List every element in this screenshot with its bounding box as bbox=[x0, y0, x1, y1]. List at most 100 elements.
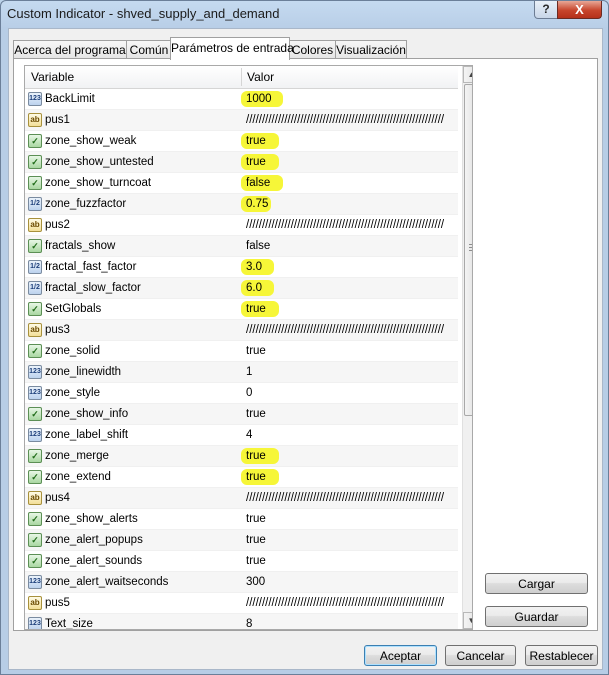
table-row[interactable]: ✓ fractals_show false bbox=[25, 236, 458, 257]
variable-value[interactable]: false bbox=[246, 173, 456, 193]
variable-name: fractals_show bbox=[45, 240, 116, 252]
save-button[interactable]: Guardar bbox=[485, 606, 588, 627]
table-row[interactable]: ✓ SetGlobals true bbox=[25, 299, 458, 320]
table-row[interactable]: 123 zone_linewidth 1 bbox=[25, 362, 458, 383]
table-row[interactable]: ab pus2 //////////////////////////////////… bbox=[25, 215, 458, 236]
double-type-icon: 1/2 bbox=[28, 281, 42, 295]
variable-name: zone_show_alerts bbox=[45, 513, 138, 525]
variable-value[interactable]: ////////////////////////////////////////… bbox=[246, 488, 456, 508]
variable-name: zone_extend bbox=[45, 471, 111, 483]
cancel-button[interactable]: Cancelar bbox=[445, 645, 516, 666]
boolean-type-icon: ✓ bbox=[28, 554, 42, 568]
close-button[interactable]: X bbox=[557, 1, 602, 19]
boolean-type-icon: ✓ bbox=[28, 239, 42, 253]
table-row[interactable]: ✓ zone_alert_sounds true bbox=[25, 551, 458, 572]
dialog-window: Custom Indicator - shved_supply_and_dema… bbox=[0, 0, 609, 675]
table-row[interactable]: 123 zone_alert_waitseconds 300 bbox=[25, 572, 458, 593]
variable-name: zone_solid bbox=[45, 345, 100, 357]
table-row[interactable]: 123 zone_label_shift 4 bbox=[25, 425, 458, 446]
header-value[interactable]: Valor bbox=[241, 66, 274, 88]
vertical-scrollbar[interactable]: ▲ ▼ bbox=[462, 66, 472, 629]
table-row[interactable]: ab pus1 //////////////////////////////////… bbox=[25, 110, 458, 131]
variable-name: pus2 bbox=[45, 219, 70, 231]
variable-value[interactable]: 4 bbox=[246, 425, 456, 445]
table-row[interactable]: ✓ zone_extend true bbox=[25, 467, 458, 488]
tab-acerca[interactable]: Acerca del programa bbox=[13, 40, 127, 59]
scroll-down-icon[interactable]: ▼ bbox=[463, 612, 472, 629]
variable-value[interactable]: true bbox=[246, 404, 456, 424]
table-row[interactable]: 1/2 fractal_slow_factor 6.0 bbox=[25, 278, 458, 299]
integer-type-icon: 123 bbox=[28, 386, 42, 400]
variable-name: pus1 bbox=[45, 114, 70, 126]
header-variable[interactable]: Variable bbox=[25, 66, 74, 88]
table-row[interactable]: ✓ zone_alert_popups true bbox=[25, 530, 458, 551]
table-row[interactable]: ✓ zone_show_turncoat false bbox=[25, 173, 458, 194]
help-button[interactable]: ? bbox=[534, 1, 558, 19]
table-row[interactable]: ✓ zone_show_untested true bbox=[25, 152, 458, 173]
title-bar[interactable]: Custom Indicator - shved_supply_and_dema… bbox=[1, 1, 608, 27]
boolean-type-icon: ✓ bbox=[28, 155, 42, 169]
table-row[interactable]: 1/2 zone_fuzzfactor 0.75 bbox=[25, 194, 458, 215]
variable-value[interactable]: true bbox=[246, 530, 456, 550]
variable-value[interactable]: 8 bbox=[246, 614, 456, 629]
variable-name: pus3 bbox=[45, 324, 70, 336]
variable-name: zone_fuzzfactor bbox=[45, 198, 127, 210]
variable-name: zone_linewidth bbox=[45, 366, 122, 378]
table-row[interactable]: ✓ zone_show_weak true bbox=[25, 131, 458, 152]
variable-value[interactable]: 0.75 bbox=[246, 194, 456, 214]
variable-value[interactable]: 0 bbox=[246, 383, 456, 403]
table-row[interactable]: ab pus3 //////////////////////////////////… bbox=[25, 320, 458, 341]
scroll-thumb[interactable] bbox=[464, 84, 472, 416]
variable-value[interactable]: ////////////////////////////////////////… bbox=[246, 320, 456, 340]
double-type-icon: 1/2 bbox=[28, 260, 42, 274]
variable-name: zone_alert_sounds bbox=[45, 555, 143, 567]
grid-rows: 123 BackLimit 1000 ab pus1 //////////////////… bbox=[25, 89, 458, 629]
variable-value[interactable]: true bbox=[246, 509, 456, 529]
table-row[interactable]: 123 zone_style 0 bbox=[25, 383, 458, 404]
variable-value[interactable]: true bbox=[246, 341, 456, 361]
variable-value[interactable]: ////////////////////////////////////////… bbox=[246, 110, 456, 130]
variable-value[interactable]: true bbox=[246, 131, 456, 151]
variable-name: SetGlobals bbox=[45, 303, 102, 315]
table-row[interactable]: ✓ zone_solid true bbox=[25, 341, 458, 362]
table-row[interactable]: 1/2 fractal_fast_factor 3.0 bbox=[25, 257, 458, 278]
table-row[interactable]: 123 BackLimit 1000 bbox=[25, 89, 458, 110]
variable-value[interactable]: 1 bbox=[246, 362, 456, 382]
variable-value[interactable]: true bbox=[246, 152, 456, 172]
table-row[interactable]: ab pus4 //////////////////////////////////… bbox=[25, 488, 458, 509]
variable-value[interactable]: 3.0 bbox=[246, 257, 456, 277]
table-row[interactable]: ab pus5 //////////////////////////////////… bbox=[25, 593, 458, 614]
variable-name: zone_show_turncoat bbox=[45, 177, 152, 189]
tab-visualizacion[interactable]: Visualización bbox=[335, 40, 407, 59]
variable-value[interactable]: 6.0 bbox=[246, 278, 456, 298]
variable-value[interactable]: false bbox=[246, 236, 456, 256]
variable-value[interactable]: 300 bbox=[246, 572, 456, 592]
variable-value[interactable]: true bbox=[246, 467, 456, 487]
tab-parametros[interactable]: Parámetros de entrada bbox=[170, 37, 294, 60]
variable-value[interactable]: ////////////////////////////////////////… bbox=[246, 215, 456, 235]
variable-value[interactable]: 1000 bbox=[246, 89, 456, 109]
boolean-type-icon: ✓ bbox=[28, 470, 42, 484]
table-row[interactable]: ✓ zone_merge true bbox=[25, 446, 458, 467]
variable-value[interactable]: true bbox=[246, 299, 456, 319]
variable-name: zone_alert_popups bbox=[45, 534, 143, 546]
integer-type-icon: 123 bbox=[28, 92, 42, 106]
boolean-type-icon: ✓ bbox=[28, 407, 42, 421]
table-row[interactable]: ✓ zone_show_alerts true bbox=[25, 509, 458, 530]
window-title: Custom Indicator - shved_supply_and_dema… bbox=[7, 6, 280, 21]
table-row[interactable]: ✓ zone_show_info true bbox=[25, 404, 458, 425]
boolean-type-icon: ✓ bbox=[28, 302, 42, 316]
boolean-type-icon: ✓ bbox=[28, 449, 42, 463]
variable-value[interactable]: ////////////////////////////////////////… bbox=[246, 593, 456, 613]
variable-value[interactable]: true bbox=[246, 551, 456, 571]
load-button[interactable]: Cargar bbox=[485, 573, 588, 594]
reset-button[interactable]: Restablecer bbox=[525, 645, 598, 666]
string-type-icon: ab bbox=[28, 113, 42, 127]
scroll-up-icon[interactable]: ▲ bbox=[463, 66, 472, 83]
accept-button[interactable]: Aceptar bbox=[364, 645, 437, 666]
tab-colores[interactable]: Colores bbox=[289, 40, 336, 59]
table-row[interactable]: 123 Text_size 8 bbox=[25, 614, 458, 629]
tab-comun[interactable]: Común bbox=[126, 40, 172, 59]
variable-value[interactable]: true bbox=[246, 446, 456, 466]
boolean-type-icon: ✓ bbox=[28, 134, 42, 148]
